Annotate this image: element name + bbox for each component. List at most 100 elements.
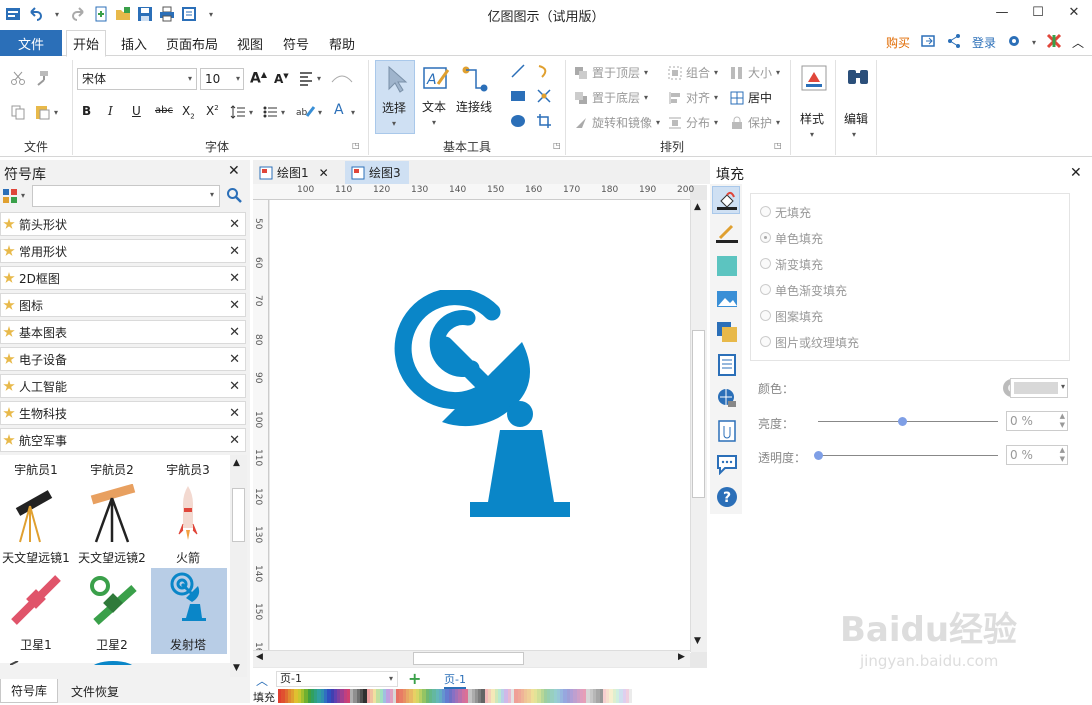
page-select[interactable]: 页-1 ▾: [276, 671, 398, 687]
shadow-icon[interactable]: [716, 255, 738, 280]
page-properties-icon[interactable]: [716, 354, 738, 379]
font-color-icon[interactable]: A: [334, 102, 344, 118]
image-icon[interactable]: [716, 288, 738, 313]
fill-panel-button[interactable]: [712, 186, 740, 214]
canvas-vscroll-thumb[interactable]: [692, 330, 705, 498]
library-category-item[interactable]: 人工智能 ✕: [0, 374, 246, 398]
rotate-mirror-button[interactable]: 旋转和镜像 ▾: [574, 114, 660, 131]
brightness-slider-track[interactable]: [818, 421, 998, 422]
transparency-slider-track[interactable]: [818, 455, 998, 456]
add-page-icon[interactable]: +: [408, 669, 421, 688]
tab-symbol[interactable]: 符号: [276, 30, 316, 56]
tab-help[interactable]: 帮助: [322, 30, 362, 56]
comment-icon[interactable]: [716, 453, 738, 478]
shrink-font-icon[interactable]: A▼: [274, 72, 289, 86]
scroll-down-icon[interactable]: ▼: [233, 663, 240, 673]
layers-icon[interactable]: [716, 321, 738, 346]
search-icon[interactable]: [226, 187, 242, 206]
distribute-button[interactable]: 分布 ▾: [668, 114, 718, 131]
library-menu-dropdown-icon[interactable]: ▾: [21, 191, 25, 200]
cut-icon[interactable]: [10, 70, 26, 89]
paste-dropdown-icon[interactable]: ▾: [54, 108, 58, 117]
fill-option-radio[interactable]: [760, 336, 771, 347]
fill-option-radio[interactable]: [760, 206, 771, 217]
remove-category-icon[interactable]: ✕: [229, 433, 240, 448]
arrange-dialog-launcher-icon[interactable]: ◳: [774, 141, 782, 150]
buy-link[interactable]: 购买: [886, 34, 910, 51]
edit-button[interactable]: 编辑 ▾: [840, 62, 874, 146]
text-tool-button[interactable]: A 文本 ▾: [418, 60, 454, 134]
library-menu-icon[interactable]: [2, 188, 18, 207]
cross-connect-icon[interactable]: [536, 88, 552, 107]
remove-category-icon[interactable]: ✕: [229, 244, 240, 259]
collapse-ribbon-icon[interactable]: ︿: [1072, 34, 1084, 51]
tab-start[interactable]: 开始: [66, 30, 106, 57]
align-button[interactable]: 对齐 ▾: [668, 89, 718, 106]
library-category-item[interactable]: 航空军事 ✕: [0, 428, 246, 452]
minimize-button[interactable]: —: [984, 0, 1020, 24]
scroll-left-icon[interactable]: ◀: [256, 652, 263, 662]
remove-category-icon[interactable]: ✕: [229, 325, 240, 340]
tab-file-recovery[interactable]: 文件恢复: [60, 679, 130, 703]
remove-category-icon[interactable]: ✕: [229, 298, 240, 313]
hyperlink-icon[interactable]: [716, 387, 738, 412]
library-category-item[interactable]: 图标 ✕: [0, 293, 246, 317]
library-category-item[interactable]: 电子设备 ✕: [0, 347, 246, 371]
scroll-up-icon[interactable]: ▲: [694, 202, 701, 212]
tab-page-layout[interactable]: 页面布局: [160, 30, 224, 56]
fill-option-radio[interactable]: [760, 258, 771, 269]
center-button[interactable]: 居中: [730, 89, 772, 106]
spin-arrows-icon[interactable]: ▲ ▼: [1060, 412, 1065, 430]
launch-tower-icon[interactable]: [168, 572, 208, 622]
scroll-up-icon[interactable]: ▲: [233, 458, 240, 468]
text-highlight-dropdown-icon[interactable]: ▾: [318, 108, 322, 117]
scroll-right-icon[interactable]: ▶: [678, 652, 685, 662]
line-spacing-dropdown-icon[interactable]: ▾: [249, 108, 253, 117]
transparency-input[interactable]: 0 % ▲ ▼: [1006, 445, 1068, 465]
remove-category-icon[interactable]: ✕: [229, 271, 240, 286]
brightness-input[interactable]: 0 % ▲ ▼: [1006, 411, 1068, 431]
library-category-item[interactable]: 生物科技 ✕: [0, 401, 246, 425]
maximize-button[interactable]: ☐: [1020, 0, 1056, 24]
close-tab-icon[interactable]: ✕: [319, 166, 329, 180]
brightness-slider-knob[interactable]: [898, 417, 907, 426]
superscript-icon[interactable]: X2: [206, 104, 219, 118]
text-align-dropdown-icon[interactable]: ▾: [317, 74, 321, 83]
fill-option-radio[interactable]: [760, 232, 771, 243]
satellite2-icon[interactable]: [86, 572, 138, 628]
remove-category-icon[interactable]: ✕: [229, 379, 240, 394]
share-window-icon[interactable]: [920, 33, 936, 52]
font-dialog-launcher-icon[interactable]: ◳: [352, 141, 360, 150]
library-category-item[interactable]: 常用形状 ✕: [0, 239, 246, 263]
theme-icon[interactable]: [1046, 33, 1062, 52]
collapse-pages-icon[interactable]: ︿: [256, 672, 268, 689]
format-painter-icon[interactable]: [34, 70, 50, 89]
bring-to-front-button[interactable]: 置于顶层 ▾: [574, 64, 648, 81]
symbol-list-scroll-thumb[interactable]: [232, 488, 245, 542]
underline-icon[interactable]: U: [132, 104, 141, 118]
attachment-icon[interactable]: [716, 420, 738, 445]
share-icon[interactable]: [946, 33, 962, 52]
spin-arrows-icon[interactable]: ▲ ▼: [1060, 446, 1065, 464]
launch-tower-shape[interactable]: [390, 290, 572, 520]
fill-option-radio[interactable]: [760, 310, 771, 321]
grow-font-icon[interactable]: A▲: [250, 70, 267, 87]
satellite1-icon[interactable]: [10, 572, 62, 628]
library-category-item[interactable]: 2D框图 ✕: [0, 266, 246, 290]
tab-insert[interactable]: 插入: [112, 30, 156, 56]
doc-tab-drawing3[interactable]: 绘图3: [345, 161, 409, 184]
font-color-dropdown-icon[interactable]: ▾: [351, 108, 355, 117]
settings-gear-icon[interactable]: [1006, 33, 1022, 52]
close-panel-icon[interactable]: ✕: [228, 163, 240, 179]
palette-swatch[interactable]: [629, 689, 633, 703]
symbol-search-input[interactable]: [32, 185, 220, 207]
curve-tool-icon[interactable]: [536, 63, 552, 82]
tab-view[interactable]: 视图: [230, 30, 270, 56]
remove-category-icon[interactable]: ✕: [229, 406, 240, 421]
paste-icon[interactable]: [34, 104, 52, 123]
close-fill-panel-icon[interactable]: ✕: [1070, 165, 1082, 181]
telescope2-icon[interactable]: [86, 484, 140, 544]
line-style-icon[interactable]: [716, 222, 738, 247]
crop-icon[interactable]: [536, 113, 552, 132]
copy-icon[interactable]: [10, 104, 26, 123]
